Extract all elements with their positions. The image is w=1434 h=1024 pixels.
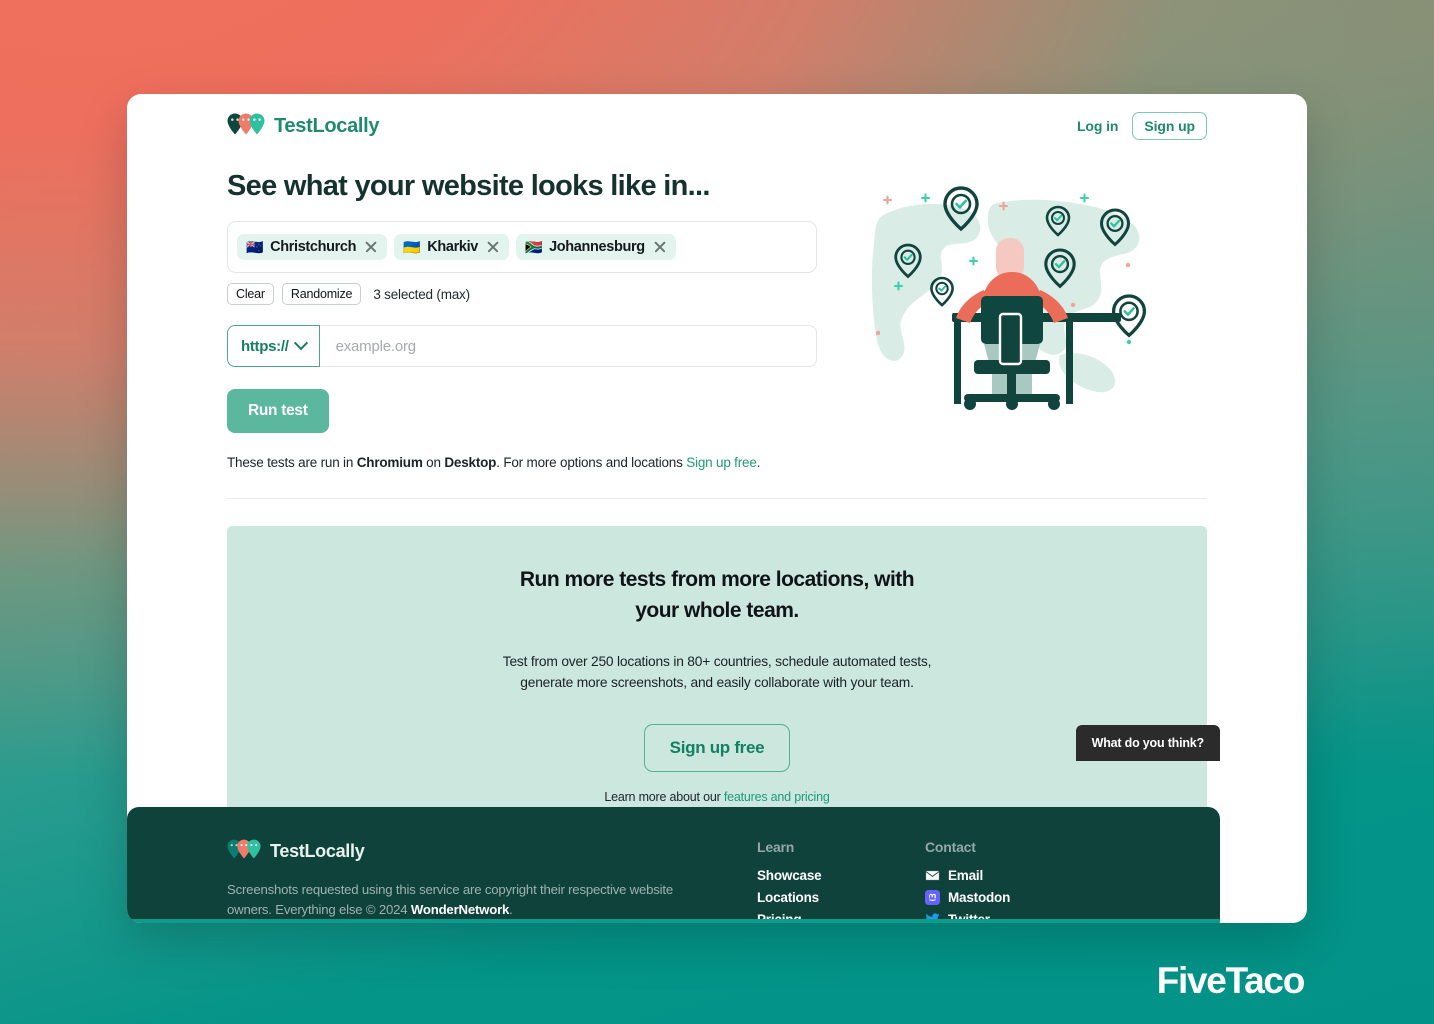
map-pins-logo-icon xyxy=(227,113,265,140)
promo-learn-prefix: Learn more about our xyxy=(604,790,724,805)
fivetaco-watermark: FiveTaco xyxy=(1156,960,1306,1001)
brand-name: TestLocally xyxy=(274,114,380,137)
person-at-desk-world-map-pins-icon xyxy=(871,186,1147,410)
url-entry-row: https:// xyxy=(227,325,817,367)
footer-link-twitter[interactable]: Twitter xyxy=(925,912,1010,923)
location-tag-label: Kharkiv xyxy=(427,239,478,255)
features-and-pricing-link[interactable]: features and pricing xyxy=(724,790,830,804)
location-tag[interactable]: 🇿🇦 Johannesburg xyxy=(515,234,676,260)
run-test-button[interactable]: Run test xyxy=(227,389,329,433)
promo-subtext: Test from over 250 locations in 80+ coun… xyxy=(502,654,932,691)
signup-free-inline-link[interactable]: Sign up free xyxy=(686,455,757,470)
location-controls: Clear Randomize 3 selected (max) xyxy=(227,283,817,305)
footer-contact-heading: Contact xyxy=(925,839,976,855)
section-divider xyxy=(227,498,1207,499)
location-tag[interactable]: 🇳🇿 Christchurch xyxy=(237,234,388,260)
footer-column-contact: Contact Email Mastodon Twitter xyxy=(925,839,1010,919)
hero-illustration xyxy=(817,170,1207,470)
site-header: TestLocally Log in Sign up xyxy=(127,94,1307,140)
promo-signup-free-button[interactable]: Sign up free xyxy=(643,724,791,773)
promo-panel: Run more tests from more locations, with… xyxy=(227,526,1207,839)
footer-link-pricing[interactable]: Pricing xyxy=(757,912,925,919)
mastodon-icon xyxy=(925,890,940,905)
remove-location-icon[interactable] xyxy=(486,240,500,254)
footer-link-showcase[interactable]: Showcase xyxy=(757,868,925,883)
clear-button[interactable]: Clear xyxy=(227,283,274,305)
fineprint-part4: . xyxy=(756,455,761,470)
flag-icon: 🇳🇿 xyxy=(246,239,264,255)
selected-count-label: 3 selected (max) xyxy=(373,286,470,302)
fineprint-device: Desktop xyxy=(444,455,497,470)
login-link[interactable]: Log in xyxy=(1077,118,1118,134)
envelope-icon xyxy=(925,868,940,883)
feedback-tab[interactable]: What do you think? xyxy=(1075,725,1220,761)
promo-learn-more: Learn more about our features and pricin… xyxy=(247,790,1187,804)
browser-card: TestLocally Log in Sign up See what your… xyxy=(127,94,1307,923)
locations-tag-input[interactable]: 🇳🇿 Christchurch 🇺🇦 Kharkiv 🇿🇦 Johannesbu… xyxy=(227,221,817,273)
fineprint-part1: These tests are run in xyxy=(227,455,357,470)
header-nav: Log in Sign up xyxy=(1077,112,1207,140)
location-tag-label: Christchurch xyxy=(270,239,357,255)
promo-heading: Run more tests from more locations, with… xyxy=(519,568,915,623)
footer-map-pins-logo-icon xyxy=(227,839,261,864)
footer-copyright: Screenshots requested using this service… xyxy=(227,880,712,919)
footer-link-mastodon[interactable]: Mastodon xyxy=(925,890,1010,905)
scheme-dropdown[interactable]: https:// xyxy=(227,325,320,367)
scheme-value: https:// xyxy=(241,337,289,355)
twitter-bird-icon xyxy=(925,912,940,919)
chevron-down-icon xyxy=(293,336,308,351)
footer-link-email[interactable]: Email xyxy=(925,868,1010,883)
remove-location-icon[interactable] xyxy=(653,240,667,254)
footer-column-learn: Learn Showcase Locations Pricing xyxy=(757,839,925,919)
flag-icon: 🇺🇦 xyxy=(403,239,421,255)
footer-brand-name: TestLocally xyxy=(270,841,365,861)
footer-link-mastodon-label: Mastodon xyxy=(948,890,1011,905)
footer-link-email-label: Email xyxy=(948,868,984,883)
hero-section: See what your website looks like in... 🇳… xyxy=(127,170,1307,470)
location-tag[interactable]: 🇺🇦 Kharkiv xyxy=(394,234,509,260)
url-input[interactable] xyxy=(319,325,817,367)
location-tag-label: Johannesburg xyxy=(549,239,645,255)
footer-link-locations[interactable]: Locations xyxy=(757,890,925,905)
remove-location-icon[interactable] xyxy=(364,240,378,254)
brand-logo-link[interactable]: TestLocally xyxy=(227,113,380,140)
footer-learn-heading: Learn xyxy=(757,839,795,855)
fineprint-part2: on xyxy=(422,455,445,470)
footer-company-name: WonderNetwork xyxy=(410,902,510,918)
randomize-button[interactable]: Randomize xyxy=(281,283,362,305)
flag-icon: 🇿🇦 xyxy=(524,239,543,255)
footer-copy-part2: . xyxy=(509,902,513,918)
fineprint-browser: Chromium xyxy=(356,455,423,470)
fineprint-part3: . For more options and locations xyxy=(496,455,687,470)
test-environment-note: These tests are run in Chromium on Deskt… xyxy=(227,455,817,470)
footer-link-twitter-label: Twitter xyxy=(948,912,990,923)
signup-button[interactable]: Sign up xyxy=(1132,112,1207,140)
site-footer: TestLocally Screenshots requested using … xyxy=(127,807,1220,923)
footer-brand[interactable]: TestLocally xyxy=(227,839,757,864)
page-title: See what your website looks like in... xyxy=(227,170,710,202)
